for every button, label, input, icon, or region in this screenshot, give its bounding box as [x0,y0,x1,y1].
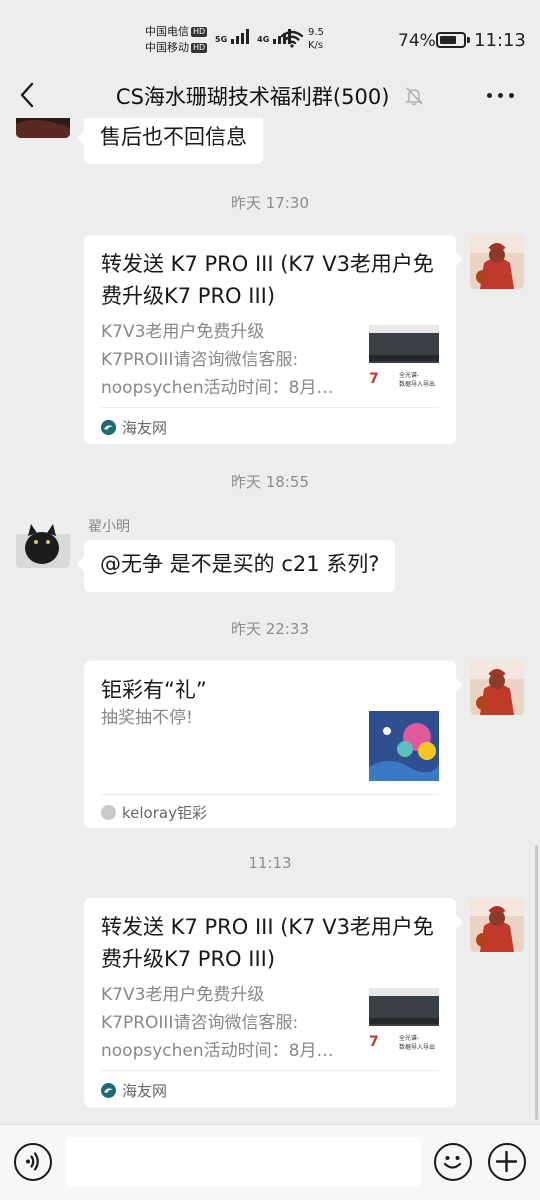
battery-icon [436,32,470,48]
card-divider [101,794,439,795]
link-card[interactable]: 钜彩有“礼” 抽奖抽不停! keloray钜彩 [84,661,463,828]
card-title: 钜彩有“礼” [101,678,207,702]
source-logo-icon [101,420,116,435]
scrollbar[interactable] [535,845,538,1120]
group-name: CS海水珊瑚技术福利群(500) [115,85,390,109]
emoji-button[interactable] [434,1143,472,1181]
card-source-name: 海友网 [122,1082,168,1100]
voice-icon [26,1152,39,1171]
source-logo-icon [101,1083,116,1098]
source-logo-icon [101,805,116,820]
card-thumb-caption-1: 全光谱- [399,1034,419,1042]
card-thumb-caption-2: 数据导入导出 [399,1043,435,1051]
link-card[interactable]: 转发送 K7 PRO III (K7 V3老用户免费升级K7 PRO III) … [84,898,463,1107]
message-input[interactable] [66,1137,421,1187]
message-bubble[interactable]: 售后也不回信息 [77,118,263,164]
plus-circle-icon [495,1150,518,1173]
my-avatar[interactable] [470,661,524,715]
network-speed-unit: K/s [308,40,324,51]
network-speed-value: 9.5 [308,27,324,38]
card-thumbnail: 7 全光谱- 数据导入导出 [369,988,439,1058]
card-thumb-mark: 7 [369,371,379,387]
add-button[interactable] [488,1143,526,1181]
emoji-icon [443,1156,462,1169]
voice-button[interactable] [14,1143,52,1181]
hd-badge-2: HD [191,43,208,53]
link-card[interactable]: 转发送 K7 PRO III (K7 V3老用户免费升级K7 PRO III) … [84,235,463,444]
my-avatar[interactable] [470,235,524,289]
message-list[interactable]: 售后也不回信息 昨天 17:30 转发送 K7 PRO III (K7 V3老用… [0,118,540,1124]
card-divider [101,407,439,408]
card-divider [101,1070,439,1071]
card-thumbnail: 7 全光谱- 数据导入导出 [369,325,439,395]
input-bar [0,1124,540,1200]
card-title: 转发送 K7 PRO III (K7 V3老用户免费升级K7 PRO III) [101,915,434,971]
signal-indicators: 5G 4G [215,28,292,44]
bell-off-icon [405,87,423,106]
timestamp: 昨天 22:33 [231,620,309,638]
card-source: 海友网 [101,417,167,438]
card-source: 海友网 [101,1080,167,1101]
carrier-2: 中国移动 [145,41,189,54]
status-bar: 中国电信 HD 中国移动 HD 5G 4G 9.5 K/s 74% 11:13 [0,0,540,80]
chat-header: CS海水珊瑚技术福利群(500) [0,72,540,118]
message-text: 售后也不回信息 [100,125,247,149]
card-thumb-mark: 7 [369,1034,379,1050]
network-5g-label: 5G [215,35,228,44]
carrier-info: 中国电信 HD 中国移动 HD [145,24,208,56]
card-thumb-caption-1: 全光谱- [399,371,419,379]
more-dots-icon [487,93,492,98]
card-description: 抽奖抽不停! [101,708,193,728]
avatar[interactable] [16,514,70,568]
card-description: K7V3老用户免费升级 K7PROIII请咨询微信客服: noopsychen活… [101,985,334,1061]
wifi-icon [280,30,304,52]
timestamp: 昨天 17:30 [231,194,309,212]
avatar[interactable] [16,118,70,138]
message-text: @无争 是不是买的 c21 系列? [100,552,380,576]
more-options-button[interactable] [487,93,514,98]
card-source-name: keloray钜彩 [122,804,207,822]
network-speed: 9.5 K/s [308,26,324,52]
message-bubble[interactable]: @无争 是不是买的 c21 系列? [76,540,396,592]
card-source-name: 海友网 [122,419,168,437]
chat-title: CS海水珊瑚技术福利群(500) [0,81,540,111]
sender-name: 翟小明 [88,519,130,535]
signal-bars-icon [231,28,250,44]
network-4g-label: 4G [257,35,270,44]
timestamp: 11:13 [248,854,292,872]
hd-badge-1: HD [191,27,208,37]
card-description: K7V3老用户免费升级 K7PROIII请咨询微信客服: noopsychen活… [101,322,334,398]
card-title: 转发送 K7 PRO III (K7 V3老用户免费升级K7 PRO III) [101,252,434,308]
card-source: keloray钜彩 [101,802,207,823]
card-thumb-caption-2: 数据导入导出 [399,380,435,388]
timestamp: 昨天 18:55 [231,473,309,491]
my-avatar[interactable] [470,898,524,952]
card-thumbnail [369,711,439,781]
battery-percent: 74% [398,31,436,51]
carrier-1: 中国电信 [145,25,189,38]
status-clock: 11:13 [474,30,526,51]
